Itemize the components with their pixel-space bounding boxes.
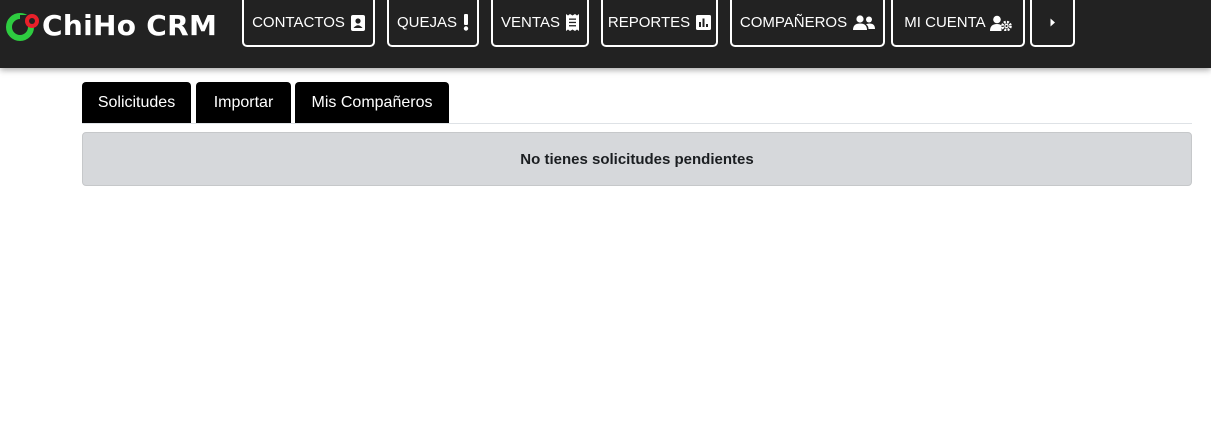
nav-mi-cuenta-button[interactable]: MI CUENTA [891,0,1025,47]
brand-name: ChiHo CRM [42,9,218,42]
nav-more-button[interactable] [1030,0,1075,47]
nav-mi-cuenta-label: MI CUENTA [904,14,986,31]
top-navbar: ChiHo CRM CONTACTOS QUEJAS VENTAS REPORT… [0,0,1211,68]
nav-reportes-button[interactable]: REPORTES [601,0,718,47]
nav-contactos-button[interactable]: CONTACTOS [242,0,375,47]
tab-solicitudes[interactable]: Solicitudes [82,82,191,123]
address-book-icon [350,14,365,31]
user-friends-icon [853,15,876,30]
alert-message: No tienes solicitudes pendientes [520,150,754,168]
nav-ventas-button[interactable]: VENTAS [491,0,589,47]
brand[interactable]: ChiHo CRM [6,8,217,44]
nav-quejas-label: QUEJAS [396,14,457,31]
nav-contactos-label: CONTACTOS [252,14,345,31]
nav-reportes-label: REPORTES [607,14,691,31]
nav-companeros-button[interactable]: COMPAÑEROS [730,0,885,47]
receipt-icon [565,14,579,31]
nav-quejas-button[interactable]: QUEJAS [387,0,479,47]
chart-icon [696,15,712,30]
nav-companeros-label: COMPAÑEROS [739,14,848,31]
tab-mis-companeros[interactable]: Mis Compañeros [295,82,449,123]
caret-right-icon [1050,18,1056,27]
nav-ventas-label: VENTAS [501,14,560,31]
tab-importar[interactable]: Importar [196,82,291,123]
exclamation-icon [463,14,469,31]
tabs-divider [82,123,1192,124]
user-cog-icon [989,15,1012,31]
brand-logo-icon [6,11,40,41]
empty-requests-alert: No tienes solicitudes pendientes [82,132,1192,186]
